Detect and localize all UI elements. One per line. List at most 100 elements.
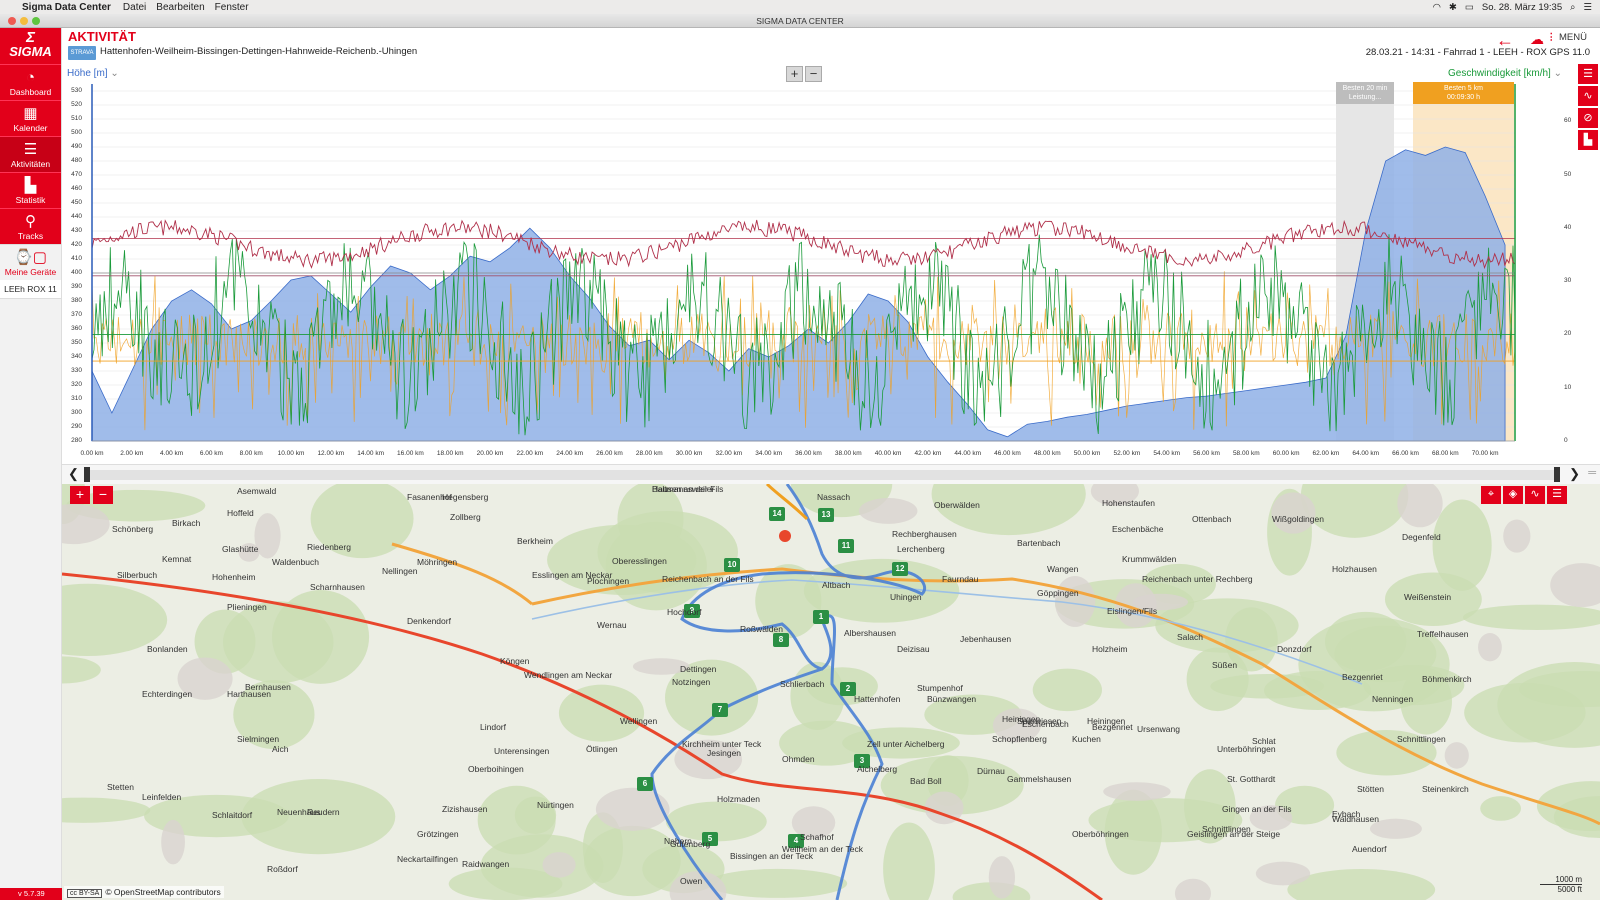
- map-place-label: Asemwald: [237, 486, 277, 496]
- scrubber-handle-right[interactable]: [1554, 467, 1560, 482]
- y-tick-left: 440: [71, 213, 82, 220]
- map-place-label: Nellingen: [382, 566, 418, 576]
- x-tick: 64.00 km: [1352, 450, 1380, 457]
- x-tick: 30.00 km: [675, 450, 703, 457]
- map-zoom-out-button[interactable]: −: [93, 486, 113, 504]
- map-place-label: Reichenbach unter Rechberg: [1142, 574, 1253, 584]
- line-chart-icon[interactable]: ∿: [1525, 486, 1545, 504]
- y-tick-left: 520: [71, 101, 82, 108]
- map-place-label: Nassach: [817, 492, 851, 502]
- map-place-label: Auendorf: [1352, 844, 1387, 854]
- waypoint-marker[interactable]: 1: [813, 610, 829, 624]
- version-label: v 5.7.39: [0, 888, 62, 900]
- map-place-label: Raidwangen: [462, 859, 510, 869]
- sidebar-item-kalender[interactable]: ▦ Kalender: [0, 100, 61, 136]
- map-place-label: Wellingen: [620, 716, 658, 726]
- waypoint-marker[interactable]: 12: [892, 562, 908, 576]
- map-place-label: Oberboihingen: [468, 764, 524, 774]
- map-place-label: Wernau: [597, 620, 627, 630]
- map-place-label: Stetten: [107, 782, 134, 792]
- y-tick-left: 430: [71, 227, 82, 234]
- waypoint-marker[interactable]: 14: [769, 507, 785, 521]
- heartrate-line: [91, 219, 1516, 270]
- window-title: SIGMA DATA CENTER: [756, 16, 844, 26]
- close-window-button[interactable]: [8, 17, 16, 25]
- control-center-icon[interactable]: ☰: [1583, 2, 1592, 13]
- town-area: [595, 787, 670, 831]
- sync-cloud-icon[interactable]: ☁: [1530, 31, 1544, 48]
- map-place-label: Esslingen am Neckar: [532, 570, 613, 580]
- app-menu[interactable]: Sigma Data Center: [22, 2, 111, 13]
- more-vertical-icon: ⋮: [1546, 32, 1557, 43]
- x-tick: 56.00 km: [1193, 450, 1220, 457]
- range-scrubber[interactable]: ❮ ❯ ═: [62, 464, 1600, 484]
- menu-fenster[interactable]: Fenster: [215, 2, 249, 13]
- menu-datei[interactable]: Datei: [123, 2, 146, 13]
- list-view-icon[interactable]: ☰: [1547, 486, 1567, 504]
- scrubber-handle-left[interactable]: [84, 467, 90, 482]
- x-tick: 26.00 km: [596, 450, 623, 457]
- town-area: [1550, 563, 1600, 608]
- drag-handle-icon[interactable]: ═: [1588, 467, 1596, 479]
- menubar-clock[interactable]: So. 28. März 19:35: [1482, 2, 1562, 13]
- map-place-label: Schnittlingen: [1397, 734, 1446, 744]
- bar-chart-icon[interactable]: ▙: [1578, 130, 1598, 150]
- route-map[interactable]: 14 13 11 12 10 9 8 7 2 1 3 6 5 4 Baltmannsweiler Nassac…: [62, 484, 1600, 900]
- map-place-label: Gingen an der Fils: [1222, 804, 1292, 814]
- map-place-label: Oberböhringen: [1072, 829, 1129, 839]
- wifi-icon[interactable]: ◠: [1433, 2, 1441, 13]
- activity-chart[interactable]: Höhe [m] ⌄ Geschwindigkeit [km/h] ⌄ + − …: [62, 64, 1600, 464]
- map-place-label: Donzdorf: [1277, 644, 1312, 654]
- x-tick: 6.00 km: [199, 450, 223, 457]
- battery-icon[interactable]: ▭: [1465, 2, 1474, 13]
- sidebar-item-meine-geraete[interactable]: ⌚▢ Meine Geräte: [0, 244, 61, 280]
- chevron-right-icon[interactable]: ❯: [1569, 466, 1580, 482]
- sidebar-item-aktivitaeten[interactable]: ☰ Aktivitäten: [0, 136, 61, 172]
- waypoint-marker[interactable]: 8: [773, 633, 789, 647]
- minimize-window-button[interactable]: [20, 17, 28, 25]
- y-tick-right: 30: [1564, 277, 1572, 285]
- y-tick-left: 380: [71, 297, 82, 304]
- chevron-left-icon[interactable]: ❮: [68, 466, 79, 482]
- town-area: [1444, 742, 1469, 769]
- waypoint-marker[interactable]: 11: [838, 539, 854, 553]
- map-place-label: Ottenbach: [1192, 514, 1232, 524]
- menu-bearbeiten[interactable]: Bearbeiten: [156, 2, 204, 13]
- no-filter-icon[interactable]: ⊘: [1578, 108, 1598, 128]
- layers-icon[interactable]: ◈: [1503, 486, 1523, 504]
- map-place-label: Waldenbuch: [272, 557, 319, 567]
- sidebar-item-statistik[interactable]: ▙ Statistik: [0, 172, 61, 208]
- scrubber-track[interactable]: [84, 470, 1560, 480]
- map-place-label: Süßen: [1212, 660, 1238, 670]
- locate-icon[interactable]: ⌖: [1481, 486, 1501, 504]
- x-tick: 46.00 km: [994, 450, 1021, 457]
- town-area: [1478, 633, 1502, 662]
- menu-button[interactable]: ⋮ MENÜ: [1547, 32, 1590, 43]
- map-place-label: Gutenberg: [670, 839, 711, 849]
- system-menubar: Sigma Data Center Datei Bearbeiten Fenst…: [0, 0, 1600, 14]
- y-tick-left: 320: [71, 381, 82, 388]
- y-tick-left: 490: [71, 143, 82, 150]
- list-view-icon[interactable]: ☰: [1578, 64, 1598, 84]
- waypoint-marker[interactable]: 10: [724, 558, 740, 572]
- sidebar: Σ SIGMA ◔ Dashboard ▦ Kalender ☰ Aktivitä…: [0, 28, 62, 900]
- device-entry[interactable]: LEEh ROX 11: [0, 280, 61, 299]
- town-area: [988, 856, 1016, 899]
- map-place-label: Hoffeld: [227, 508, 254, 518]
- sidebar-item-dashboard[interactable]: ◔ Dashboard: [0, 64, 61, 100]
- search-icon[interactable]: ⌕: [1570, 2, 1575, 13]
- bluetooth-icon[interactable]: ✱: [1449, 2, 1457, 13]
- map-attribution[interactable]: cc BY-SA © OpenStreetMap contributors: [64, 886, 224, 898]
- y-tick-left: 410: [71, 255, 82, 262]
- waypoint-marker[interactable]: 7: [712, 703, 728, 717]
- sidebar-item-tracks[interactable]: ⚲ Tracks: [0, 208, 61, 244]
- line-chart-icon[interactable]: ∿: [1578, 86, 1598, 106]
- y-tick-left: 510: [71, 115, 82, 122]
- map-place-label: Köngen: [500, 656, 530, 666]
- highlight-best-20min[interactable]: Besten 20 min Leistung...: [1336, 82, 1394, 104]
- highlight-best-5km[interactable]: Besten 5 km 00:09:30 h: [1413, 82, 1514, 104]
- map-zoom-in-button[interactable]: +: [70, 486, 90, 504]
- zoom-window-button[interactable]: [32, 17, 40, 25]
- waypoint-marker[interactable]: 6: [637, 777, 653, 791]
- waypoint-marker[interactable]: 13: [818, 508, 834, 522]
